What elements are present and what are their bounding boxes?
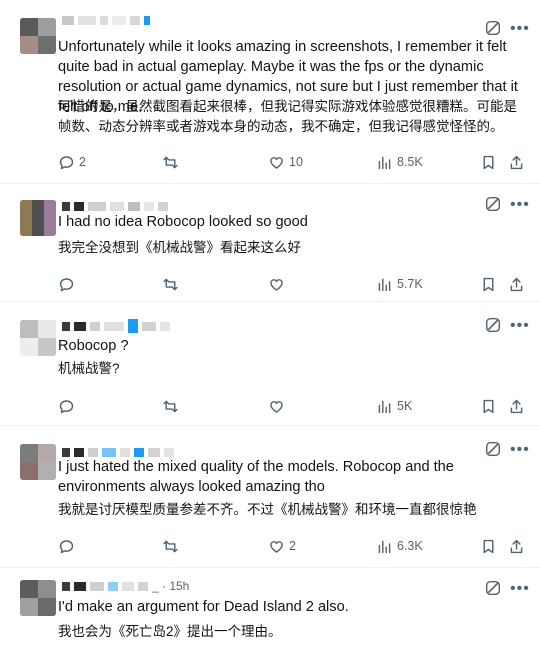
tweet-actions: 2 6.3K xyxy=(58,536,528,556)
tweet-text-zh: 可惜的是，虽然截图看起来很棒，但我记得实际游戏体验感觉很糟糕。可能是帧数、动态分… xyxy=(58,99,517,134)
views-count: 5.7K xyxy=(397,277,423,291)
tweet-text-en: Robocop ? xyxy=(58,338,129,354)
tweet[interactable]: ••• I had no idea Robocop looked so good… xyxy=(0,184,540,302)
reply-feed: ••• Unfortunately while it looks amazing… xyxy=(0,0,540,648)
heart-icon xyxy=(270,400,283,413)
tweet-actions: 5.7K xyxy=(58,274,528,294)
reply-button[interactable] xyxy=(58,396,79,416)
tweet-text-zh: 我就是讨厌模型质量参差不齐。不过《机械战警》和环境一直都很惊艳 xyxy=(58,502,477,517)
repost-icon xyxy=(163,540,178,552)
like-button[interactable]: 2 xyxy=(268,536,296,556)
views-icon xyxy=(378,278,391,291)
bookmark-button[interactable] xyxy=(480,536,497,556)
avatar[interactable] xyxy=(20,320,56,356)
views-button[interactable]: 5.7K xyxy=(376,274,423,294)
repost-icon xyxy=(163,278,178,290)
heart-icon xyxy=(270,540,283,553)
reply-count: 2 xyxy=(79,155,86,169)
repost-button[interactable] xyxy=(162,536,183,556)
like-count: 2 xyxy=(289,539,296,553)
bookmark-icon xyxy=(483,399,494,413)
reply-button[interactable]: 2 xyxy=(58,152,86,172)
like-button[interactable]: 10 xyxy=(268,152,303,172)
share-button[interactable] xyxy=(508,396,525,416)
tweet[interactable]: ••• I just hated the mixed quality of th… xyxy=(0,426,540,568)
tweet-header-redacted xyxy=(62,14,150,26)
like-button[interactable] xyxy=(268,396,289,416)
reply-icon xyxy=(59,539,74,553)
repost-button[interactable] xyxy=(162,396,183,416)
tweet-text-en: I just hated the mixed quality of the mo… xyxy=(58,459,454,495)
reply-icon xyxy=(59,277,74,291)
tweet-text-zh: 机械战警? xyxy=(58,361,120,376)
tweet[interactable]: ••• Robocop ? 机械战警? 5K xyxy=(0,302,540,426)
views-icon xyxy=(378,540,391,553)
share-icon xyxy=(510,539,523,553)
share-button[interactable] xyxy=(508,274,525,294)
tweet-timestamp: _ · 15h xyxy=(152,579,190,593)
tweet-text-zh: 我完全没想到《机械战警》看起来这么好 xyxy=(58,240,301,255)
bookmark-button[interactable] xyxy=(480,274,497,294)
tweet[interactable]: ••• Unfortunately while it looks amazing… xyxy=(0,0,540,184)
reply-button[interactable] xyxy=(58,536,79,556)
repost-icon xyxy=(163,400,178,412)
avatar[interactable] xyxy=(20,580,56,616)
like-button[interactable] xyxy=(268,274,289,294)
bookmark-button[interactable] xyxy=(480,396,497,416)
share-icon xyxy=(510,277,523,291)
grok-icon[interactable] xyxy=(484,19,502,37)
avatar[interactable] xyxy=(20,444,56,480)
grok-icon[interactable] xyxy=(484,195,502,213)
like-count: 10 xyxy=(289,155,303,169)
tweet-actions: 2 10 8.5K xyxy=(58,152,528,172)
views-button[interactable]: 5K xyxy=(376,396,412,416)
avatar[interactable] xyxy=(20,200,56,236)
bookmark-icon xyxy=(483,539,494,553)
tweet-header-redacted xyxy=(62,200,168,212)
share-button[interactable] xyxy=(508,536,525,556)
tweet-text-en: I'd make an argument for Dead Island 2 a… xyxy=(58,599,349,615)
grok-icon[interactable] xyxy=(484,316,502,334)
avatar[interactable] xyxy=(20,18,56,54)
repost-button[interactable] xyxy=(162,274,183,294)
grok-icon[interactable] xyxy=(484,579,502,597)
share-icon xyxy=(510,155,523,169)
repost-button[interactable] xyxy=(162,152,183,172)
bookmark-icon xyxy=(483,155,494,169)
views-count: 6.3K xyxy=(397,539,423,553)
reply-icon xyxy=(59,155,74,169)
tweet-actions: 5K xyxy=(58,396,528,416)
views-icon xyxy=(378,156,391,169)
tweet-header-redacted xyxy=(62,319,170,333)
tweet-text-zh: 我也会为《死亡岛2》提出一个理由。 xyxy=(58,624,282,639)
bookmark-button[interactable] xyxy=(480,152,497,172)
tweet[interactable]: _ · 15h ••• I'd make an argument for Dea… xyxy=(0,568,540,648)
reply-icon xyxy=(59,399,74,413)
tweet-text-en: I had no idea Robocop looked so good xyxy=(58,214,308,230)
reply-button[interactable] xyxy=(58,274,79,294)
heart-icon xyxy=(270,278,283,291)
views-count: 8.5K xyxy=(397,155,423,169)
bookmark-icon xyxy=(483,277,494,291)
grok-icon[interactable] xyxy=(484,440,502,458)
views-button[interactable]: 8.5K xyxy=(376,152,423,172)
views-button[interactable]: 6.3K xyxy=(376,536,423,556)
views-count: 5K xyxy=(397,399,413,413)
share-button[interactable] xyxy=(508,152,525,172)
repost-icon xyxy=(163,156,178,168)
views-icon xyxy=(378,400,391,413)
tweet-header-redacted: _ · 15h xyxy=(62,580,189,592)
share-icon xyxy=(510,399,523,413)
heart-icon xyxy=(270,156,283,169)
